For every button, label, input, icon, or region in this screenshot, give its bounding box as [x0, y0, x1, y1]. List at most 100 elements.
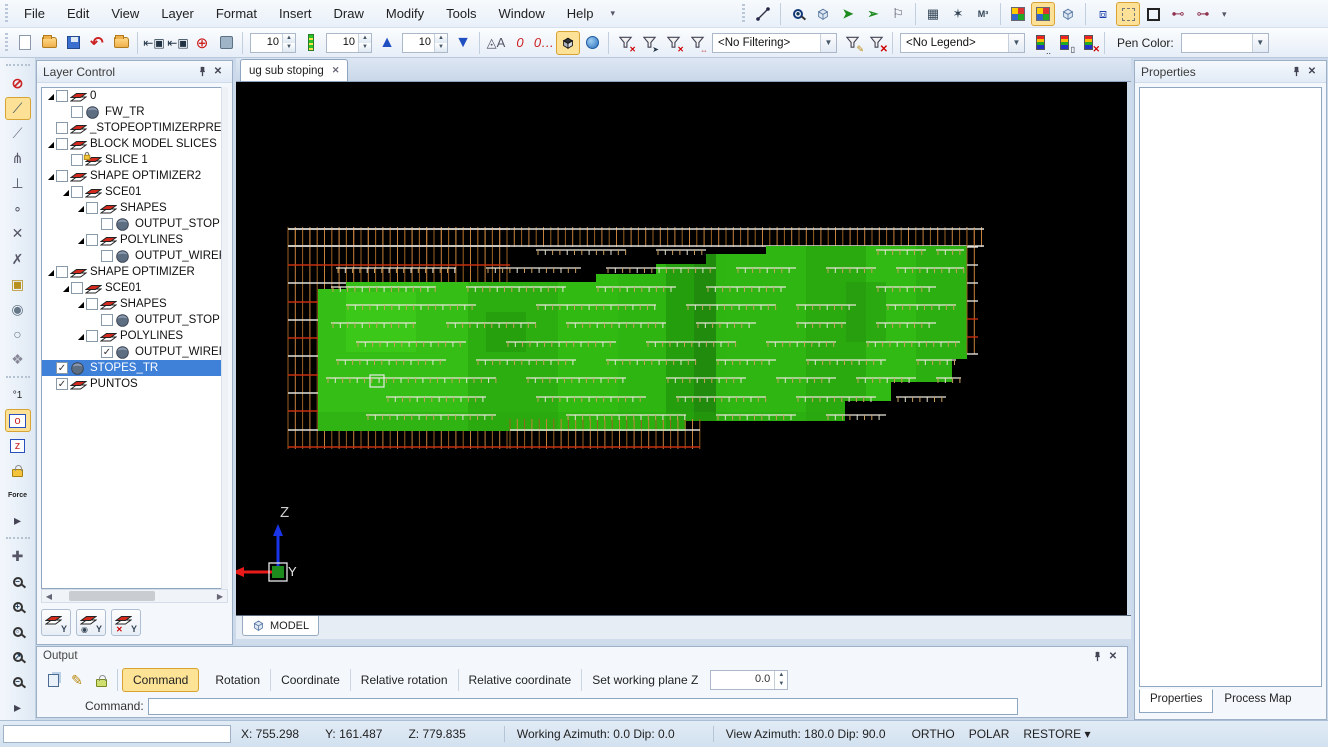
copy-to-layer-icon[interactable]: ⇤▣: [166, 31, 190, 55]
layer-visibility-checkbox[interactable]: ✓: [56, 362, 68, 374]
menu-help[interactable]: Help: [556, 2, 605, 25]
open-file-icon[interactable]: [37, 31, 61, 55]
menu-layer[interactable]: Layer: [150, 2, 205, 25]
layer-tree-item-sce01[interactable]: ◢SCE01: [42, 280, 227, 296]
legend-apply-icon[interactable]: ▯: [1052, 31, 1076, 55]
grid-density-icon[interactable]: [299, 31, 323, 55]
legend-combo[interactable]: <No Legend> ▼: [900, 33, 1025, 53]
transparent-cube-icon[interactable]: [1056, 2, 1080, 26]
clear-output-icon[interactable]: ✎: [65, 668, 89, 692]
layer-tree-item-shapes[interactable]: ◢SHAPES: [42, 200, 227, 216]
menu-format[interactable]: Format: [205, 2, 268, 25]
chevron-down-icon[interactable]: ▼: [1252, 34, 1268, 52]
layer-visibility-checkbox[interactable]: [101, 314, 113, 326]
layer-visibility-checkbox[interactable]: [86, 234, 98, 246]
menu-insert[interactable]: Insert: [268, 2, 323, 25]
output-tab-command[interactable]: Command: [122, 668, 199, 692]
pin-icon[interactable]: [194, 64, 210, 80]
mode-o-icon[interactable]: o: [5, 409, 31, 432]
layer-visibility-checkbox[interactable]: [86, 202, 98, 214]
tree-expand-icon[interactable]: ◢: [76, 236, 86, 245]
grid-handles-icon[interactable]: ⧈: [1091, 2, 1115, 26]
layer-tree-item-puntos[interactable]: ✓PUNTOS: [42, 376, 227, 392]
layer-tree-item-output-stop[interactable]: OUTPUT_STOP: [42, 312, 227, 328]
layer-visibility-checkbox[interactable]: [71, 106, 83, 118]
layer-visibility-checkbox[interactable]: [56, 138, 68, 150]
new-file-icon[interactable]: [13, 31, 37, 55]
layer-visibility-checkbox[interactable]: [71, 282, 83, 294]
block-model-colors-icon[interactable]: [1006, 2, 1030, 26]
tree-expand-icon[interactable]: ◢: [61, 284, 71, 293]
orbit-icon[interactable]: [580, 31, 604, 55]
layer-tree-item-output-wiref[interactable]: OUTPUT_WIREF: [42, 248, 227, 264]
layer-visibility-checkbox[interactable]: [86, 298, 98, 310]
close-icon[interactable]: ✕: [332, 65, 340, 76]
fly-through-icon[interactable]: ➢: [861, 2, 885, 26]
layer-visibility-checkbox[interactable]: ✓: [56, 378, 68, 390]
status-input[interactable]: [3, 725, 231, 743]
menu-view[interactable]: View: [100, 2, 150, 25]
scrollbar-thumb[interactable]: [69, 591, 155, 601]
select-m3-icon[interactable]: M³: [971, 2, 995, 26]
layer-tree-hscrollbar[interactable]: ◀ ▶: [41, 589, 228, 603]
tab-properties[interactable]: Properties: [1139, 689, 1213, 713]
pin-icon[interactable]: [1288, 64, 1304, 80]
tree-expand-icon[interactable]: ◢: [46, 140, 56, 149]
tree-expand-icon[interactable]: ◢: [61, 188, 71, 197]
layer-visibility-checkbox[interactable]: ✓: [101, 346, 113, 358]
mode-polar[interactable]: POLAR: [969, 727, 1010, 741]
legend-edit-icon[interactable]: ..: [1028, 31, 1052, 55]
zoom-window-icon[interactable]: ▫: [5, 621, 31, 644]
layer-tree-item-output-stop[interactable]: OUTPUT_STOP: [42, 216, 227, 232]
text-style-icon[interactable]: ◬A: [484, 31, 508, 55]
filter-edit-icon[interactable]: ✎: [840, 31, 864, 55]
block-model-legend-icon[interactable]: [1031, 2, 1055, 26]
layer-visibility-checkbox[interactable]: [71, 186, 83, 198]
save-all-icon[interactable]: [109, 31, 133, 55]
layer-tree-item-shape-optimizer[interactable]: ◢SHAPE OPTIMIZER: [42, 264, 227, 280]
layer-tree-vscrollbar[interactable]: [221, 87, 228, 589]
working-plane-icon[interactable]: [214, 31, 238, 55]
dimension-box-icon[interactable]: ⊶: [1191, 2, 1215, 26]
layer-tree-item-shapes[interactable]: ◢SHAPES: [42, 296, 227, 312]
text-size-value[interactable]: 10: [403, 34, 434, 52]
zoom-out-icon[interactable]: −: [5, 570, 31, 593]
arrow-up-icon[interactable]: ▲: [375, 31, 399, 55]
filter-pick-icon[interactable]: ➤: [637, 31, 661, 55]
menubar-tools-overflow-icon[interactable]: ▾: [1216, 9, 1233, 20]
menu-modify[interactable]: Modify: [375, 2, 435, 25]
line-width-value[interactable]: 10: [327, 34, 358, 52]
rail-more-icon[interactable]: ▸: [5, 696, 31, 719]
snap-perpendicular-icon[interactable]: ⊥: [5, 172, 31, 195]
mode-z-icon[interactable]: z: [5, 434, 31, 457]
menu-edit[interactable]: Edit: [56, 2, 100, 25]
filter-combo[interactable]: <No Filtering> ▼: [712, 33, 837, 53]
point-size-value[interactable]: 10: [251, 34, 282, 52]
magic-select-icon[interactable]: ✶: [946, 2, 970, 26]
walk-through-icon[interactable]: ➤: [836, 2, 860, 26]
scroll-left-icon[interactable]: ◀: [42, 592, 56, 601]
layer-visibility-checkbox[interactable]: [71, 154, 83, 166]
menu-tools[interactable]: Tools: [435, 2, 487, 25]
snap-intersection-icon[interactable]: ✕: [5, 222, 31, 245]
selection-solid-icon[interactable]: [1141, 2, 1165, 26]
output-tab-relative-rotation[interactable]: Relative rotation: [351, 669, 459, 691]
snap-vertex-icon[interactable]: ❖: [5, 348, 31, 371]
ellipse-options-icon[interactable]: 0…: [532, 31, 556, 55]
line-width-spinner[interactable]: 10 ▲▼: [326, 33, 372, 53]
filter-range-icon[interactable]: ⇔: [685, 31, 709, 55]
layer-visibility-checkbox[interactable]: [56, 170, 68, 182]
chevron-down-icon[interactable]: ▼: [1008, 34, 1024, 52]
snap-none-icon[interactable]: ⊘: [5, 72, 31, 95]
output-tab-coordinate[interactable]: Coordinate: [271, 669, 351, 691]
move-to-layer-icon[interactable]: ⇤▣: [142, 31, 166, 55]
menubar-overflow-icon[interactable]: ▾: [605, 8, 622, 19]
layer-tree-item-fw-tr[interactable]: FW_TR: [42, 104, 227, 120]
show-layer-filter-button[interactable]: ◉Y: [76, 609, 106, 636]
layer-tree-item-slice-1[interactable]: SLICE 1: [42, 152, 227, 168]
scroll-right-icon[interactable]: ▶: [213, 592, 227, 601]
chevron-down-icon[interactable]: ▼: [820, 34, 836, 52]
mode-ortho[interactable]: ORTHO: [912, 727, 955, 741]
command-input[interactable]: [148, 698, 1018, 715]
tree-expand-icon[interactable]: ◢: [76, 300, 86, 309]
